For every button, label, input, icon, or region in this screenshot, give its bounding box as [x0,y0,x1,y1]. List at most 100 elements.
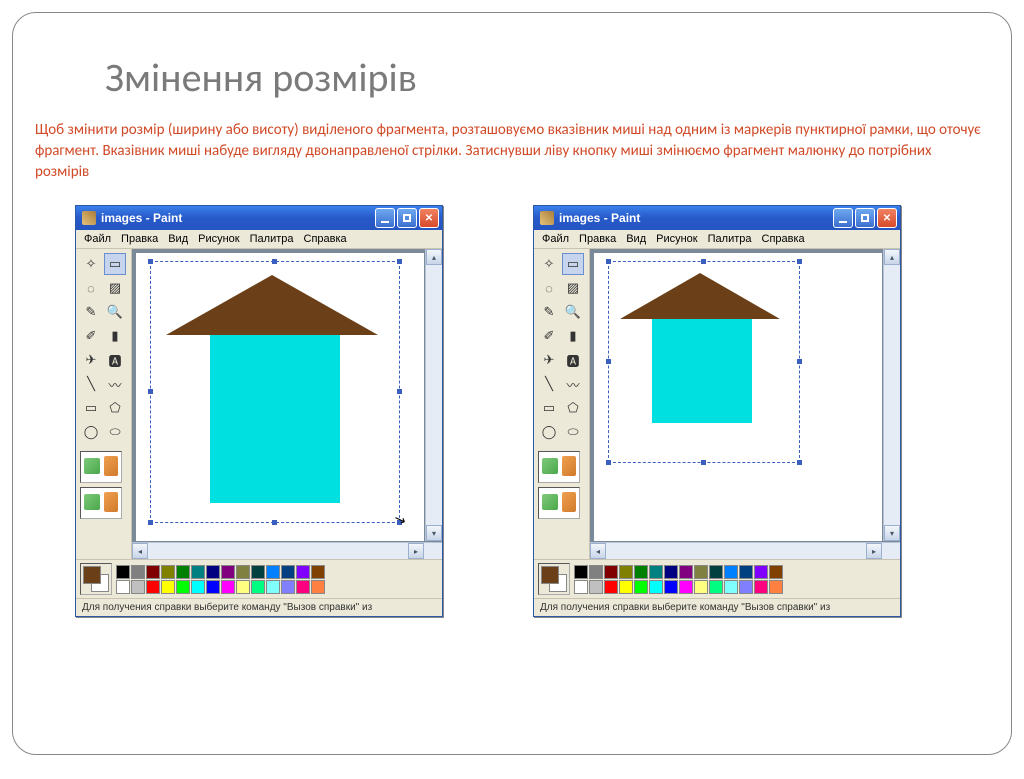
palette-swatch[interactable] [724,580,738,594]
palette-swatch[interactable] [754,565,768,579]
canvas[interactable] [594,253,882,541]
vertical-scrollbar[interactable]: ▴ ▾ [883,249,900,541]
scroll-left-button[interactable]: ◂ [132,543,148,559]
tool-brush[interactable]: ▮ [562,325,584,347]
palette-swatch[interactable] [191,580,205,594]
tool-roundrect[interactable]: ⬭ [104,421,126,443]
tool-fill[interactable]: ▨ [104,277,126,299]
palette-swatch[interactable] [206,580,220,594]
palette-swatch[interactable] [266,565,280,579]
maximize-button[interactable] [397,208,417,228]
palette-swatch[interactable] [649,580,663,594]
palette-swatch[interactable] [574,580,588,594]
scroll-right-button[interactable]: ▸ [866,543,882,559]
fg-color-swatch[interactable] [83,566,101,584]
handle-top-mid[interactable] [272,259,277,264]
tool-eraser[interactable]: ◌ [538,277,560,299]
palette-swatch[interactable] [176,580,190,594]
palette-swatch[interactable] [311,565,325,579]
menu-view[interactable]: Вид [626,233,646,245]
menu-edit[interactable]: Правка [121,233,158,245]
menu-view[interactable]: Вид [168,233,188,245]
tool-rect[interactable]: ▭ [538,397,560,419]
palette-swatch[interactable] [619,580,633,594]
palette-swatch[interactable] [251,565,265,579]
tool-freeform-select[interactable]: ✧ [80,253,102,275]
menu-file[interactable]: Файл [84,233,111,245]
handle-bottom-right[interactable] [797,460,802,465]
tool-pencil[interactable]: ✐ [80,325,102,347]
palette-swatch[interactable] [311,580,325,594]
palette-swatch[interactable] [206,565,220,579]
palette-swatch[interactable] [679,580,693,594]
palette-swatch[interactable] [679,565,693,579]
palette-swatch[interactable] [604,580,618,594]
palette-swatch[interactable] [634,565,648,579]
scroll-down-button[interactable]: ▾ [426,525,442,541]
palette-swatch[interactable] [634,580,648,594]
palette-swatch[interactable] [236,580,250,594]
menu-image[interactable]: Рисунок [656,233,698,245]
handle-top-left[interactable] [148,259,153,264]
palette-swatch[interactable] [739,565,753,579]
palette-swatch[interactable] [221,580,235,594]
palette-swatch[interactable] [281,580,295,594]
handle-mid-right[interactable] [397,389,402,394]
handle-mid-left[interactable] [148,389,153,394]
handle-bottom-mid[interactable] [701,460,706,465]
palette-swatch[interactable] [191,565,205,579]
palette-swatch[interactable] [664,565,678,579]
palette-swatch[interactable] [131,580,145,594]
horizontal-scrollbar[interactable]: ◂ ▸ [590,542,900,559]
handle-top-right[interactable] [797,259,802,264]
palette-swatch[interactable] [709,565,723,579]
menu-help[interactable]: Справка [304,233,347,245]
palette-swatch[interactable] [161,565,175,579]
palette-swatch[interactable] [161,580,175,594]
palette-swatch[interactable] [146,565,160,579]
palette-swatch[interactable] [131,565,145,579]
handle-top-right[interactable] [397,259,402,264]
tool-pencil[interactable]: ✐ [538,325,560,347]
handle-top-left[interactable] [606,259,611,264]
handle-bottom-left[interactable] [606,460,611,465]
tool-fill[interactable]: ▨ [562,277,584,299]
close-button[interactable] [877,208,897,228]
palette-swatch[interactable] [296,565,310,579]
option-opaque[interactable] [80,487,122,519]
tool-polygon[interactable]: ⬠ [104,397,126,419]
tool-roundrect[interactable]: ⬭ [562,421,584,443]
tool-ellipse[interactable]: ◯ [538,421,560,443]
palette-swatch[interactable] [724,565,738,579]
tool-curve[interactable]: 〰 [562,373,584,395]
palette-swatch[interactable] [146,580,160,594]
handle-mid-right[interactable] [797,359,802,364]
tool-zoom[interactable]: 🔍 [104,301,126,323]
palette-swatch[interactable] [769,580,783,594]
handle-bottom-left[interactable] [148,520,153,525]
palette-swatch[interactable] [574,565,588,579]
tool-rect-select[interactable]: ▭ [104,253,126,275]
horizontal-scrollbar[interactable]: ◂ ▸ [132,542,442,559]
palette-swatch[interactable] [754,580,768,594]
tool-eraser[interactable]: ◌ [80,277,102,299]
tool-picker[interactable]: ✎ [80,301,102,323]
menu-file[interactable]: Файл [542,233,569,245]
tool-freeform-select[interactable]: ✧ [538,253,560,275]
palette-swatch[interactable] [769,565,783,579]
scroll-left-button[interactable]: ◂ [590,543,606,559]
tool-rect-select[interactable]: ▭ [562,253,584,275]
scroll-right-button[interactable]: ▸ [408,543,424,559]
scroll-up-button[interactable]: ▴ [426,249,442,265]
palette-swatch[interactable] [694,565,708,579]
titlebar[interactable]: images - Paint [76,206,442,230]
minimize-button[interactable] [375,208,395,228]
palette-swatch[interactable] [221,565,235,579]
palette-swatch[interactable] [649,565,663,579]
fg-color-swatch[interactable] [541,566,559,584]
tool-rect[interactable]: ▭ [80,397,102,419]
tool-text[interactable]: 🅰 [104,349,126,371]
tool-line[interactable]: ╲ [538,373,560,395]
minimize-button[interactable] [833,208,853,228]
palette-swatch[interactable] [281,565,295,579]
